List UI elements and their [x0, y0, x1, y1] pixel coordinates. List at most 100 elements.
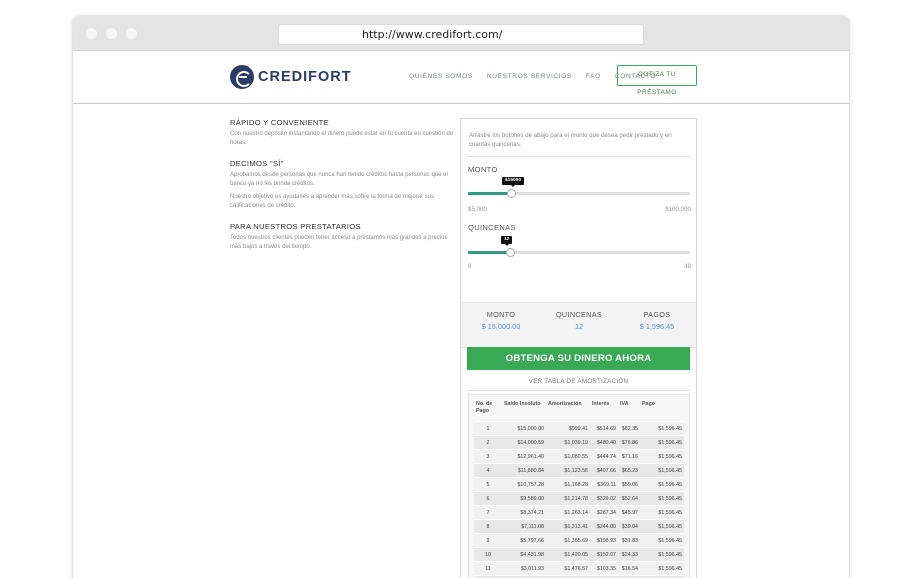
table-cell: 4 — [474, 463, 502, 478]
amortization-table: No. de Pago Saldo Insoluto Amortización … — [468, 394, 690, 578]
table-cell: $3,011.93 — [502, 561, 546, 576]
nav-item-nuestros-servicios[interactable]: NUESTROS SERVICIOS — [487, 73, 572, 80]
table-cell: 5 — [474, 477, 502, 492]
table-row: 6 $9,589.00 $1,214.78 $329.02 $52.64 $1,596.4… — [474, 491, 684, 506]
table-cell: $14,000.59 — [502, 435, 546, 450]
table-row: 5 $10,757.28 $1,168.28 $369.11 $59.06 $1,596.… — [474, 477, 684, 492]
table-cell: $11,880.84 — [502, 463, 546, 478]
table-cell: 9 — [474, 533, 502, 548]
table-cell: $369.11 — [590, 477, 618, 492]
divider — [467, 390, 690, 391]
loan-calculator-panel: Arrastre los botones de abajo para el mo… — [460, 118, 697, 578]
table-cell: $24.33 — [618, 547, 640, 562]
table-cell: $10,757.28 — [502, 477, 546, 492]
browser-window: http://www.credifort.com/ CREDIFORT QUIÉ… — [73, 16, 849, 578]
quincenas-label: QUINCENAS — [468, 223, 516, 232]
table-cell: 10 — [474, 547, 502, 562]
table-header-row: No. de Pago Saldo Insoluto Amortización … — [474, 399, 684, 422]
table-cell: $1,420.05 — [546, 547, 590, 562]
table-cell: $444.74 — [590, 449, 618, 464]
monto-slider-handle[interactable] — [507, 189, 516, 198]
summary-pagos-label: PAGOS — [643, 310, 671, 319]
section-text-prestatarios: Todos nuestros clientes pueden tener acc… — [230, 235, 448, 250]
table-cell: $1,596.45 — [640, 533, 684, 548]
section-text-decimos-si-2: Nuestro objetivo es ayudarles a aprender… — [230, 194, 435, 209]
logo[interactable]: CREDIFORT — [230, 64, 352, 90]
summary-pagos-value: $ 1,596.45 — [639, 322, 675, 331]
quincenas-max: 48 — [684, 263, 691, 270]
summary-monto-value: $ 15,000.00 — [481, 322, 521, 331]
table-cell: $71.16 — [618, 449, 640, 464]
table-cell: $82.35 — [618, 421, 640, 436]
table-cell: $59.06 — [618, 477, 640, 492]
summary-monto-label: MONTO — [486, 310, 516, 319]
window-close-dot[interactable] — [86, 28, 97, 39]
col-header-amortizacion: Amortización — [548, 401, 582, 407]
table-cell: $1,214.78 — [546, 491, 590, 506]
table-cell: $1,596.45 — [640, 477, 684, 492]
table-cell: $8,374.21 — [502, 505, 546, 520]
summary-monto: MONTO $ 15,000.00 — [461, 310, 541, 331]
table-cell: $1,596.45 — [640, 561, 684, 576]
section-text-decimos-si-1: Aprobamos desde personas que nunca han t… — [230, 172, 448, 187]
section-title-decimos-si: DECIMOS "SÍ" — [230, 159, 284, 168]
address-bar[interactable]: http://www.credifort.com/ — [278, 24, 644, 45]
table-cell: $31.83 — [618, 533, 640, 548]
section-title-rapido: RÁPIDO Y CONVENIENTE — [230, 118, 329, 127]
monto-max: $100,000 — [665, 206, 691, 213]
obtenga-dinero-button[interactable]: OBTENGA SU DINERO AHORA — [467, 347, 690, 370]
table-cell: $7,111.08 — [502, 519, 546, 534]
logo-text: CREDIFORT — [258, 69, 352, 85]
table-cell: $1,168.28 — [546, 477, 590, 492]
table-cell: $287.34 — [590, 505, 618, 520]
nav-item-faq[interactable]: FAQ — [586, 73, 601, 80]
monto-label: MONTO — [468, 165, 498, 174]
col-header-no-pago: No. de Pago — [476, 401, 493, 414]
table-cell: $1,080.55 — [546, 449, 590, 464]
table-cell: $1,476.57 — [546, 561, 590, 576]
summary-quincenas-label: QUINCENAS — [555, 310, 603, 319]
table-cell: $1,596.45 — [640, 547, 684, 562]
table-cell: $1,596.45 — [640, 421, 684, 436]
table-cell: $329.02 — [590, 491, 618, 506]
monto-min: $5,000 — [468, 206, 487, 213]
nav-item-quienes-somos[interactable]: QUIÉNES SOMOS — [409, 73, 473, 80]
table-row: 9 $5,797.66 $1,365.69 $198.93 $31.83 $1,596.4… — [474, 533, 684, 548]
table-row: 1 $15,000.00 $999.41 $514.69 $82.35 $1,596.45 — [474, 421, 684, 436]
table-cell: $1,263.14 — [546, 505, 590, 520]
summary-pagos: PAGOS $ 1,596.45 — [617, 310, 697, 331]
table-cell: $103.35 — [590, 561, 618, 576]
section-title-prestatarios: PARA NUESTROS PRESTATARIOS — [230, 222, 361, 231]
monto-slider[interactable]: $15000 — [468, 177, 690, 198]
col-header-iva: IVA — [620, 401, 629, 407]
window-minimize-dot[interactable] — [106, 28, 117, 39]
table-cell: $514.69 — [590, 421, 618, 436]
quincenas-slider[interactable]: 12 — [468, 236, 690, 257]
table-row: 4 $11,880.84 $1,123.56 $407.66 $65.23 $1,596.… — [474, 463, 684, 478]
site-header: CREDIFORT QUIÉNES SOMOS NUESTROS SERVICI… — [73, 51, 849, 104]
table-cell: $45.97 — [618, 505, 640, 520]
table-cell: $1,039.19 — [546, 435, 590, 450]
table-cell: $480.40 — [590, 435, 618, 450]
table-row: 10 $4,431.98 $1,420.05 $152.07 $24.33 $1,596.… — [474, 547, 684, 562]
table-cell: 6 — [474, 491, 502, 506]
cotiza-button[interactable]: COTIZA TU PRÉSTAMO — [617, 65, 697, 96]
summary-quincenas: QUINCENAS 12 — [539, 310, 619, 331]
credifort-logo-icon — [230, 65, 254, 89]
quincenas-slider-handle[interactable] — [506, 248, 515, 257]
table-cell: $4,431.98 — [502, 547, 546, 562]
window-maximize-dot[interactable] — [126, 28, 137, 39]
table-cell: $1,365.69 — [546, 533, 590, 548]
table-cell: $1,596.45 — [640, 491, 684, 506]
table-row: 7 $8,374.21 $1,263.14 $287.34 $45.97 $1,596.4… — [474, 505, 684, 520]
col-header-pago: Pago — [642, 401, 655, 407]
monto-tooltip: $15000 — [502, 177, 525, 187]
table-cell: $12,961.40 — [502, 449, 546, 464]
table-cell: 3 — [474, 449, 502, 464]
table-row: 11 $3,011.93 $1,476.57 $103.35 $16.54 $1,596.… — [474, 561, 684, 576]
table-cell: 1 — [474, 421, 502, 436]
info-column: RÁPIDO Y CONVENIENTE Con nuestro depósit… — [230, 118, 460, 263]
table-body: 1 $15,000.00 $999.41 $514.69 $82.35 $1,596.45… — [474, 421, 684, 578]
table-cell: $244.00 — [590, 519, 618, 534]
ver-tabla-link[interactable]: VER TABLA DE AMORTIZACIÓN — [467, 378, 690, 385]
